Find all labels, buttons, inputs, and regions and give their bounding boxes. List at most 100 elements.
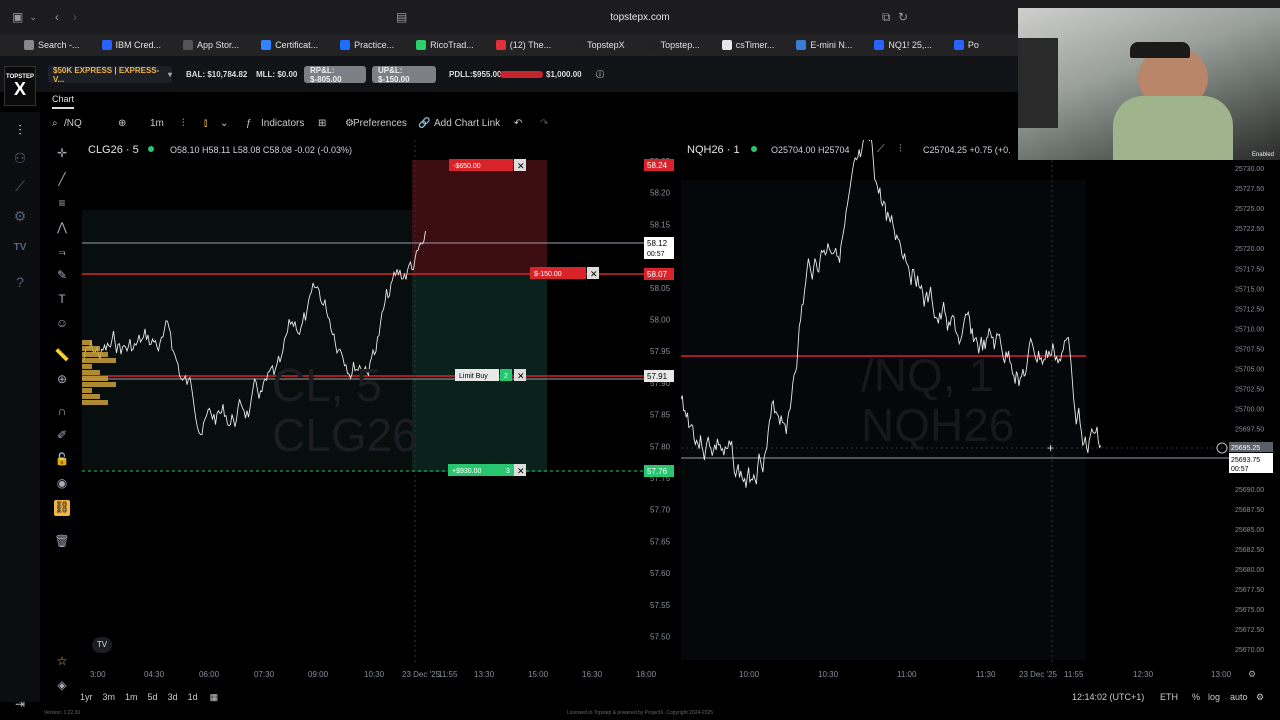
reload-icon[interactable]: ↻ xyxy=(898,10,908,24)
bookmark-item[interactable]: Topstep... xyxy=(646,40,700,50)
left-chart-pane[interactable]: 58.2558.2058.1558.1058.0558.0057.9557.90… xyxy=(82,140,678,682)
emoji-icon[interactable]: ☺ xyxy=(54,316,70,332)
price-tick-label: 25705.00 xyxy=(1235,367,1264,374)
trendline-icon[interactable]: ╱ xyxy=(54,172,70,188)
price-tick-label: 25720.00 xyxy=(1235,246,1264,253)
interval-selector[interactable]: 1m xyxy=(150,118,164,129)
price-tick-label: 25710.00 xyxy=(1235,326,1264,333)
indicators-button[interactable]: Indicators xyxy=(261,118,304,129)
help-icon[interactable]: ? xyxy=(10,274,30,290)
chart-icon[interactable]: ⫶ xyxy=(10,122,30,138)
calendar-icon[interactable]: ▦ xyxy=(210,692,219,703)
back-icon[interactable]: ‹ xyxy=(55,10,59,24)
bookmark-item[interactable]: (12) The... xyxy=(495,40,552,50)
bookmark-item[interactable]: csTimer... xyxy=(721,40,774,50)
eye-icon[interactable]: ◉ xyxy=(54,476,70,492)
bookmark-item[interactable]: E-mini N... xyxy=(796,40,852,50)
link-icon[interactable]: 🔗 xyxy=(418,118,430,129)
redo-icon[interactable]: ↷ xyxy=(540,118,548,129)
bookmark-label: RicoTrad... xyxy=(430,40,474,50)
price-tick-label: 25730.00 xyxy=(1235,166,1264,173)
magnet-icon[interactable]: ∩ xyxy=(54,404,70,420)
time-tick-label: 18:00 xyxy=(636,670,657,679)
account-selector[interactable]: $50K EXPRESS | EXPRESS-V... ▾ xyxy=(48,65,172,84)
tradingview-icon[interactable]: TV xyxy=(10,242,30,258)
bookmark-favicon-icon xyxy=(646,40,657,50)
measure-icon[interactable]: ⫬ xyxy=(54,244,70,260)
zoom-icon[interactable]: ⊕ xyxy=(54,372,70,388)
pencil-lock-icon[interactable]: ✐ xyxy=(54,428,70,444)
chevron-down-icon: ▾ xyxy=(167,70,172,79)
fib-icon[interactable]: ≡ xyxy=(54,196,70,212)
brush-icon[interactable]: ✎ xyxy=(54,268,70,284)
range-button-5d[interactable]: 5d xyxy=(148,692,158,702)
stop-zone xyxy=(412,160,547,274)
price-tick-label: 58.20 xyxy=(650,189,671,198)
users-icon[interactable]: ⚇ xyxy=(10,150,30,166)
link-tool-icon[interactable]: ⛓ xyxy=(54,500,70,516)
range-button-1yr[interactable]: 1yr xyxy=(80,692,93,702)
chevron-down-icon[interactable]: ⌄ xyxy=(220,118,228,129)
range-button-1d[interactable]: 1d xyxy=(188,692,198,702)
bookmark-item[interactable]: App Stor... xyxy=(183,40,239,50)
percent-toggle[interactable]: % xyxy=(1192,692,1200,702)
settings-icon[interactable]: ⚙ xyxy=(10,208,30,224)
layers-icon[interactable]: ◈ xyxy=(54,678,70,694)
account-label: $50K EXPRESS | EXPRESS-V... xyxy=(53,65,160,84)
cursor-price-tag: 25695.25 xyxy=(1231,445,1260,452)
search-icon[interactable]: ⌕ xyxy=(52,118,58,129)
lock-icon[interactable]: 🔓 xyxy=(54,452,70,468)
bookmark-item[interactable]: NQ1! 25,... xyxy=(874,40,932,50)
trash-icon[interactable]: 🗑 xyxy=(54,534,70,550)
auto-toggle[interactable]: auto xyxy=(1230,692,1248,702)
bookmark-label: (12) The... xyxy=(509,40,552,50)
trend-icon[interactable]: ⟋ xyxy=(10,178,30,194)
lamp xyxy=(1018,38,1058,128)
ruler-icon[interactable]: 📏 xyxy=(54,348,70,364)
bar-tool-icon[interactable]: ⫶ xyxy=(899,143,902,156)
preferences-button[interactable]: Preferences xyxy=(353,118,407,129)
bookmark-item[interactable]: TopstepX xyxy=(573,40,625,50)
layout-icon[interactable]: ⊞ xyxy=(318,118,326,129)
info-icon[interactable]: ⓘ xyxy=(590,66,610,83)
add-chart-link-button[interactable]: Add Chart Link xyxy=(434,118,500,129)
limit-buy-label: Limit Buy xyxy=(459,373,488,380)
tab-chart[interactable]: Chart xyxy=(52,94,74,104)
bars-style-icon[interactable]: ⫶ xyxy=(182,118,185,129)
chart-settings-icon[interactable]: ⚙ xyxy=(1256,692,1264,703)
bookmark-item[interactable]: IBM Cred... xyxy=(101,40,161,50)
text-icon[interactable]: T xyxy=(54,292,70,308)
translate-icon[interactable]: ⧉ xyxy=(882,10,891,25)
star-icon[interactable]: ☆ xyxy=(54,654,70,670)
bookmark-label: App Stor... xyxy=(197,40,240,50)
rpl-stat: RP&L: $-805.00 xyxy=(304,66,366,84)
status-dot xyxy=(148,146,154,152)
right-chart-pane[interactable]: +25730.00 25727.50 25725.00 25722.50 25720.0… xyxy=(681,140,1280,682)
forward-icon[interactable]: › xyxy=(73,10,77,24)
undo-icon[interactable]: ↶ xyxy=(514,118,522,129)
session-toggle[interactable]: ETH xyxy=(1160,692,1178,702)
symbol-search-input[interactable]: /NQ xyxy=(64,118,82,129)
bookmark-item[interactable]: Po xyxy=(953,40,979,50)
time-tick-label: 15:00 xyxy=(528,670,549,679)
bookmark-item[interactable]: Certificat... xyxy=(261,40,318,50)
bookmark-item[interactable]: Search -... xyxy=(24,40,80,50)
candle-style-icon[interactable]: ⫾ xyxy=(204,118,207,129)
log-toggle[interactable]: log xyxy=(1208,692,1220,702)
draw-line-icon[interactable]: ⟋ xyxy=(877,143,885,156)
sidebar-toggle-icon[interactable]: ▣ xyxy=(12,10,23,24)
range-button-3d[interactable]: 3d xyxy=(168,692,178,702)
bookmark-item[interactable]: RicoTrad... xyxy=(416,40,474,50)
indicators-icon[interactable]: ƒ xyxy=(246,118,252,129)
price-tick-label: 25722.50 xyxy=(1235,226,1264,233)
clock-label[interactable]: 12:14:02 (UTC+1) xyxy=(1072,692,1144,702)
reader-icon[interactable]: ▤ xyxy=(396,10,407,24)
bookmark-item[interactable]: Practice... xyxy=(340,40,394,50)
price-tick-label: 25697.50 xyxy=(1235,427,1264,434)
range-button-3m[interactable]: 3m xyxy=(103,692,116,702)
add-symbol-icon[interactable]: ⊕ xyxy=(118,118,126,129)
range-button-1m[interactable]: 1m xyxy=(125,692,138,702)
chevron-down-icon[interactable]: ⌄ xyxy=(29,12,37,23)
pattern-icon[interactable]: ⋀ xyxy=(54,220,70,236)
crosshair-icon[interactable]: ✛ xyxy=(54,146,70,162)
